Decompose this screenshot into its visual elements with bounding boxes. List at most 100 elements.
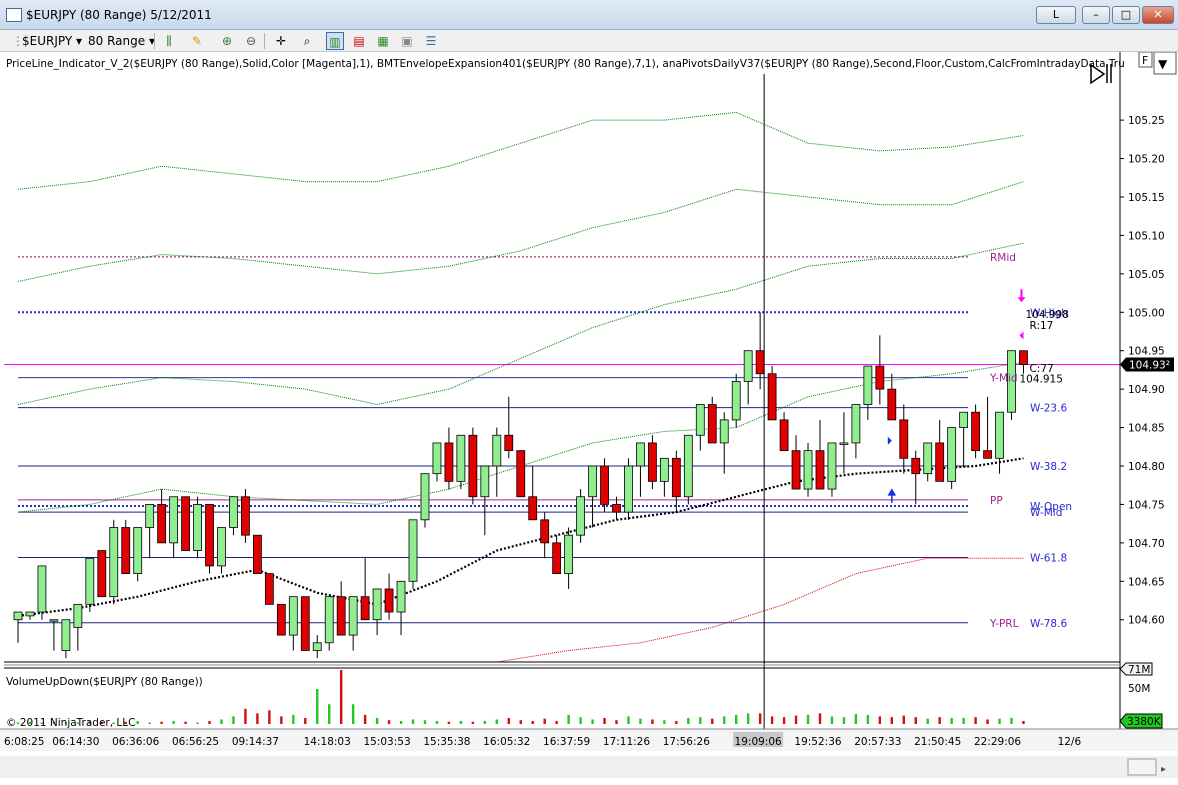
indicator-label: PriceLine_Indicator_V_2($EURJPY (80 Rang… bbox=[6, 58, 1125, 70]
volume-axis-label: 50M bbox=[1128, 683, 1150, 695]
crosshair-icon[interactable]: ✛ bbox=[272, 32, 290, 50]
indicators-icon[interactable]: ▤ bbox=[350, 32, 368, 50]
candle-body bbox=[851, 404, 861, 444]
volume-bar bbox=[914, 717, 917, 724]
time-tick-label: 17:56:26 bbox=[663, 736, 710, 748]
candle-60 bbox=[731, 373, 741, 428]
volume-bar bbox=[758, 713, 762, 724]
properties-icon[interactable]: ☰ bbox=[422, 32, 440, 50]
close-button[interactable]: ✕ bbox=[1142, 6, 1174, 24]
volume-bar bbox=[806, 714, 810, 724]
link-button[interactable]: L bbox=[1036, 6, 1076, 24]
candle-body bbox=[911, 457, 921, 475]
data-box-icon[interactable]: ▣ bbox=[398, 32, 416, 50]
volume-bar bbox=[986, 719, 989, 724]
chart-style-icon[interactable]: ▥ bbox=[326, 32, 344, 50]
volume-bar bbox=[794, 715, 798, 724]
candle-body bbox=[264, 573, 274, 605]
horizontal-scrollbar[interactable]: ▸ bbox=[0, 756, 1178, 778]
drawing-pencil-icon[interactable]: ✎ bbox=[188, 32, 206, 50]
price-tick-label: 105.20 bbox=[1128, 154, 1165, 166]
volume-bar bbox=[591, 719, 594, 724]
candle-38 bbox=[468, 427, 478, 505]
candle-body bbox=[288, 596, 298, 636]
candle-14 bbox=[181, 496, 190, 551]
level-label-w-61-8: W-61.8 bbox=[1030, 552, 1067, 564]
minimize-button[interactable]: – bbox=[1082, 6, 1110, 24]
volume-bar bbox=[471, 721, 475, 724]
price-tick-label: 104.75 bbox=[1128, 499, 1165, 511]
strategies-icon[interactable]: ▦ bbox=[374, 32, 392, 50]
candle-body bbox=[145, 504, 155, 528]
candle-body bbox=[552, 542, 562, 575]
price-tick-label: 104.65 bbox=[1128, 576, 1165, 588]
candle-33 bbox=[408, 519, 418, 589]
candle-body bbox=[312, 642, 322, 651]
volume-bar bbox=[998, 718, 1001, 724]
candle-83 bbox=[1007, 350, 1016, 420]
period-value: 80 Range bbox=[88, 34, 146, 48]
candle-47 bbox=[576, 489, 585, 543]
period-selector[interactable]: 80 Range ▾ bbox=[88, 33, 155, 49]
candle-2 bbox=[37, 565, 47, 620]
candle-78 bbox=[947, 427, 957, 490]
candle-10 bbox=[133, 527, 143, 582]
candle-body bbox=[229, 496, 238, 528]
instrument-selector[interactable]: $EURJPY ▾ bbox=[22, 33, 82, 49]
volume-bar bbox=[256, 713, 259, 724]
chevron-down-icon: ▾ bbox=[76, 34, 83, 48]
volume-bar bbox=[723, 716, 726, 724]
bar-type-icon[interactable]: ⫼ bbox=[160, 32, 178, 50]
volume-bar bbox=[423, 720, 427, 724]
candle-body bbox=[983, 450, 992, 459]
volume-bar bbox=[316, 689, 319, 724]
candle-body bbox=[959, 411, 969, 428]
candle-body bbox=[516, 450, 526, 498]
candle-body bbox=[456, 434, 466, 482]
candle-body bbox=[887, 388, 897, 421]
candle-body bbox=[504, 434, 514, 452]
price-chart[interactable]: PriceLine_Indicator_V_2($EURJPY (80 Rang… bbox=[0, 52, 1178, 785]
candle-body bbox=[827, 442, 837, 490]
volume-bar bbox=[675, 720, 678, 724]
volume-bar bbox=[351, 704, 355, 724]
volume-bar bbox=[136, 720, 139, 724]
zoom-out-icon[interactable]: ⊖ bbox=[242, 32, 260, 50]
zoom-in-icon[interactable]: ⊕ bbox=[218, 32, 236, 50]
candle-26 bbox=[324, 596, 334, 651]
scroll-right-icon[interactable]: ▸ bbox=[1161, 764, 1166, 775]
volume-bar bbox=[483, 720, 487, 724]
candle-34 bbox=[420, 473, 430, 528]
candle-body bbox=[420, 473, 430, 521]
scroll-thumb[interactable] bbox=[1127, 758, 1157, 776]
candle-body bbox=[995, 411, 1004, 459]
volume-bar bbox=[711, 718, 714, 724]
level-label-w-78-6: W-78.6 bbox=[1030, 618, 1067, 630]
price-tick-label: 104.70 bbox=[1128, 538, 1165, 550]
volume-bar bbox=[746, 713, 750, 724]
candle-21 bbox=[264, 573, 274, 605]
volume-bar bbox=[699, 717, 702, 724]
candle-body bbox=[97, 550, 107, 598]
f-button-label: F bbox=[1142, 54, 1148, 67]
volume-bar bbox=[1022, 720, 1025, 724]
candle-8 bbox=[109, 519, 119, 605]
volume-bar bbox=[854, 714, 858, 724]
candle-24 bbox=[300, 596, 310, 651]
candle-body bbox=[683, 434, 693, 498]
time-tick-label: 22:29:06 bbox=[974, 736, 1021, 748]
maximize-button[interactable]: □ bbox=[1112, 6, 1140, 24]
price-tick-label: 105.05 bbox=[1128, 269, 1165, 281]
magnifier-icon[interactable]: ⌕ bbox=[298, 32, 316, 50]
candle-body bbox=[73, 603, 83, 628]
level-label-rmid: RMid bbox=[990, 252, 1016, 264]
candle-body bbox=[276, 603, 286, 636]
candle-body bbox=[300, 596, 310, 651]
last-price-label: 104.93² bbox=[1129, 360, 1170, 372]
time-tick-label: 12/6 bbox=[1058, 736, 1082, 748]
candle-body bbox=[13, 611, 23, 621]
candle-body bbox=[468, 434, 478, 498]
window-title: $EURJPY (80 Range) 5/12/2011 bbox=[26, 8, 212, 22]
candle-body bbox=[217, 527, 226, 567]
volume-indicator-label: VolumeUpDown($EURJPY (80 Range)) bbox=[6, 676, 203, 688]
